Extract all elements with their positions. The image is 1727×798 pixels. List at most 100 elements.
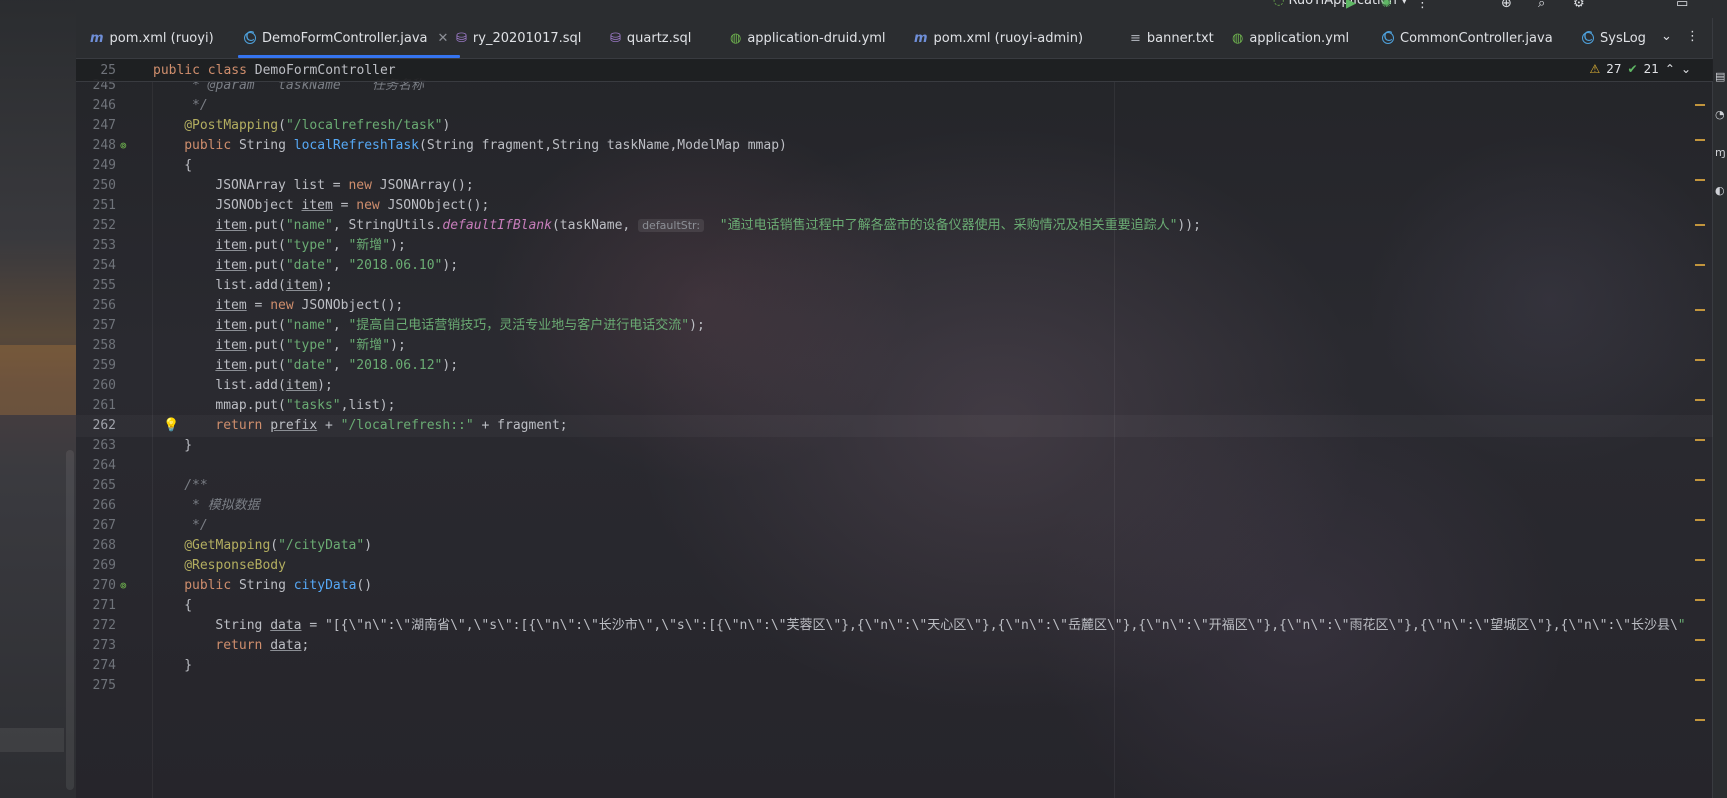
warning-stripe-marker[interactable]: [1695, 439, 1705, 441]
warning-stripe-marker[interactable]: [1695, 399, 1705, 401]
code-line[interactable]: 260 list.add(item);: [76, 375, 1713, 397]
line-number: 256: [92, 298, 116, 313]
lightbulb-icon[interactable]: 💡: [163, 415, 179, 437]
endpoint-gutter-icon[interactable]: ⊚: [120, 575, 127, 597]
code-line[interactable]: 265 /**: [76, 475, 1713, 497]
warning-icon: ⚠: [1589, 62, 1601, 76]
check-icon: ✔: [1627, 62, 1638, 76]
line-number: 248: [92, 138, 116, 153]
code-line[interactable]: 259 item.put("date", "2018.06.12");: [76, 355, 1713, 377]
line-number: 246: [92, 98, 116, 113]
code-line[interactable]: 273 return data;: [76, 635, 1713, 657]
warning-stripe-marker[interactable]: [1695, 479, 1705, 481]
code-line[interactable]: 262 return prefix + "/localrefresh::" + f…: [76, 415, 1713, 437]
line-number: 263: [92, 438, 116, 453]
code-line[interactable]: 272 String data = "[{\"n\":\"湖南省\",\"s\":…: [76, 615, 1713, 637]
code-line[interactable]: 269 @ResponseBody: [76, 555, 1713, 577]
copilot-icon[interactable]: ◐: [1715, 184, 1725, 197]
code-line[interactable]: 256 item = new JSONObject();: [76, 295, 1713, 317]
tab-banner-txt[interactable]: ≡ banner.txt: [1130, 18, 1214, 58]
code-line[interactable]: 275: [76, 675, 1713, 697]
search-icon[interactable]: ⌕: [1538, 0, 1545, 11]
warning-stripe-marker[interactable]: [1695, 679, 1705, 681]
warning-stripe-marker[interactable]: [1695, 179, 1705, 181]
code-text: @ResponseBody: [184, 558, 286, 573]
code-editor[interactable]: 245 * @param taskName 任务名称 246 */247 @Post…: [76, 59, 1713, 798]
window-icon[interactable]: ▭: [1676, 0, 1688, 11]
code-line[interactable]: 251 JSONObject item = new JSONObject();: [76, 195, 1713, 217]
code-line[interactable]: 261 mmap.put("tasks",list);: [76, 395, 1713, 417]
tab-ry-sql[interactable]: ⛁ ry_20201017.sql: [456, 18, 581, 58]
code-line[interactable]: 263}: [76, 435, 1713, 457]
endpoint-gutter-icon[interactable]: ⊚: [120, 135, 127, 157]
spring-icon: ◌: [1273, 0, 1289, 8]
notifications-icon[interactable]: ▤: [1715, 70, 1725, 83]
tab-application-druid[interactable]: ◍ application-druid.yml: [730, 18, 886, 58]
add-user-icon[interactable]: ⊕: [1501, 0, 1512, 11]
debug-icon[interactable]: ✺: [1381, 0, 1392, 11]
editor-tab-bar: m pom.xml (ruoyi) C DemoFormController.jav…: [76, 18, 1727, 59]
sticky-class-header[interactable]: 25 public class DemoFormController ⚠ 27 ✔…: [76, 59, 1713, 82]
warning-stripe-marker[interactable]: [1695, 139, 1705, 141]
code-line[interactable]: 257 item.put("name", "提高自己电话营销技巧，灵活专业地与客户…: [76, 315, 1713, 337]
code-line[interactable]: 247 @PostMapping("/localrefresh/task"): [76, 115, 1713, 137]
code-line[interactable]: 254 item.put("date", "2018.06.10");: [76, 255, 1713, 277]
maven-icon: m: [90, 30, 104, 46]
settings-icon[interactable]: ⚙: [1573, 0, 1585, 11]
next-highlight-icon[interactable]: ⌄: [1681, 62, 1691, 76]
warning-stripe-marker[interactable]: [1695, 359, 1705, 361]
code-line[interactable]: 271 {: [76, 595, 1713, 617]
code-line[interactable]: 268 @GetMapping("/cityData"): [76, 535, 1713, 557]
code-line[interactable]: 248 public String localRefreshTask(String…: [76, 135, 1713, 157]
tab-demoformcontroller[interactable]: C DemoFormController.java ✕: [237, 18, 461, 58]
main-toolbar: ◌ RuoYiApplication ▾ ▶ ✺ ⋮ ⊕ ⌕ ⚙ ▭: [76, 0, 1727, 18]
tab-quartz-sql[interactable]: ⛁ quartz.sql: [610, 18, 691, 58]
line-number: 258: [92, 338, 116, 353]
close-tab-icon[interactable]: ✕: [438, 31, 449, 46]
warning-stripe-marker[interactable]: [1695, 309, 1705, 311]
database-icon[interactable]: ◔: [1715, 108, 1725, 121]
line-number: 265: [92, 478, 116, 493]
warning-stripe-marker[interactable]: [1695, 599, 1705, 601]
tabs-dropdown-icon[interactable]: ⌄: [1661, 29, 1672, 44]
tab-syslog[interactable]: C SysLog: [1582, 18, 1646, 58]
tab-pom-ruoyi[interactable]: m pom.xml (ruoyi): [90, 18, 214, 58]
code-line[interactable]: 255 list.add(item);: [76, 275, 1713, 297]
code-line[interactable]: 258 item.put("type", "新增");: [76, 335, 1713, 357]
line-number: 270: [92, 578, 116, 593]
warning-stripe-marker[interactable]: [1695, 104, 1705, 106]
code-line[interactable]: 252 item.put("name", StringUtils.defaultI…: [76, 215, 1713, 237]
code-line[interactable]: 270 public String cityData() ⊚: [76, 575, 1713, 597]
code-line[interactable]: 250 JSONArray list = new JSONArray();: [76, 175, 1713, 197]
warning-stripe-marker[interactable]: [1695, 559, 1705, 561]
code-line[interactable]: 274}: [76, 655, 1713, 677]
code-line[interactable]: 267 */: [76, 515, 1713, 537]
warning-stripe-marker[interactable]: [1695, 719, 1705, 721]
warning-stripe-marker[interactable]: [1695, 224, 1705, 226]
tab-commoncontroller[interactable]: C CommonController.java: [1382, 18, 1553, 58]
more-tabs-icon[interactable]: ⋮: [1686, 29, 1699, 44]
code-line[interactable]: 249 {: [76, 155, 1713, 177]
warning-stripe-marker[interactable]: [1695, 519, 1705, 521]
code-line[interactable]: 264: [76, 455, 1713, 477]
more-actions-icon[interactable]: ⋮: [1416, 0, 1429, 11]
line-number: 264: [92, 458, 116, 473]
line-number: 266: [92, 498, 116, 513]
maven-tool-icon[interactable]: ɱ: [1715, 146, 1726, 159]
inspection-widget[interactable]: ⚠ 27 ✔ 21 ⌃ ⌄: [1589, 62, 1691, 76]
code-text: */: [184, 98, 208, 113]
previous-highlight-icon[interactable]: ⌃: [1665, 62, 1675, 76]
warning-stripe-marker[interactable]: [1695, 264, 1705, 266]
line-number: 253: [92, 238, 116, 253]
code-text: * 模拟数据: [184, 498, 260, 513]
java-class-icon: C: [1382, 30, 1394, 45]
code-line[interactable]: 266 * 模拟数据: [76, 495, 1713, 517]
tab-application-yml[interactable]: ◍ application.yml: [1232, 18, 1349, 58]
code-line[interactable]: 253 item.put("type", "新增");: [76, 235, 1713, 257]
code-line[interactable]: 246 */: [76, 95, 1713, 117]
run-icon[interactable]: ▶: [1346, 0, 1356, 11]
project-scrollbar[interactable]: [66, 450, 74, 790]
tab-pom-ruoyi-admin[interactable]: m pom.xml (ruoyi-admin): [914, 18, 1083, 58]
line-number: 249: [92, 158, 116, 173]
warning-stripe-marker[interactable]: [1695, 639, 1705, 641]
